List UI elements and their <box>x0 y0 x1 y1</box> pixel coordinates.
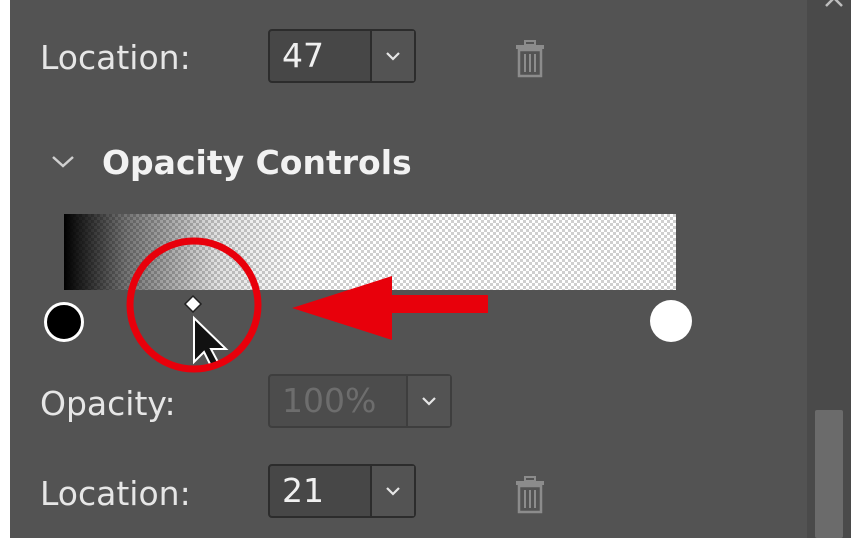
opacity-gradient-bar[interactable] <box>64 214 676 290</box>
close-icon[interactable] <box>822 0 846 10</box>
collapse-chevron-icon[interactable] <box>50 152 76 172</box>
location-field-top[interactable]: 47 <box>268 29 416 83</box>
location-dropdown-button-top[interactable] <box>370 31 414 81</box>
bottom-edge <box>0 538 851 548</box>
opacity-value: 100% <box>282 381 377 420</box>
chevron-down-icon <box>386 52 400 61</box>
opacity-label: Opacity: <box>40 384 176 423</box>
location-value-bottom[interactable]: 21 <box>270 466 370 516</box>
location-dropdown-button-bottom[interactable] <box>370 466 414 516</box>
trash-icon[interactable] <box>514 476 546 514</box>
chevron-down-icon <box>386 487 400 496</box>
location-label-top: Location: <box>40 38 191 77</box>
chevron-down-icon <box>422 397 436 406</box>
section-title: Opacity Controls <box>102 143 412 182</box>
location-field-bottom[interactable]: 21 <box>268 464 416 518</box>
trash-icon[interactable] <box>514 40 546 78</box>
location-value-top[interactable]: 47 <box>270 31 370 81</box>
opacity-dropdown-button[interactable] <box>406 376 450 426</box>
opacity-stop-right[interactable] <box>650 300 692 342</box>
opacity-field: 100% <box>268 374 452 428</box>
opacity-stop-left[interactable] <box>44 302 84 342</box>
location-label-bottom: Location: <box>40 474 191 513</box>
scrollbar-thumb[interactable] <box>815 410 843 538</box>
